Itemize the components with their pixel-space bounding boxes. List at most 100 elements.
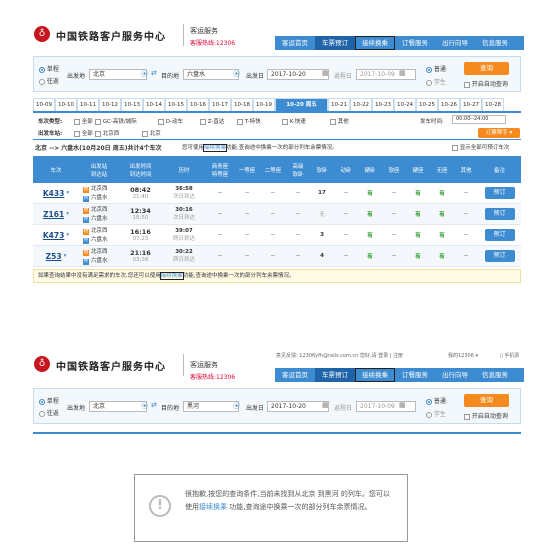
round-trip-option[interactable]: 往返	[39, 408, 59, 417]
train-number[interactable]: Z53 ▾	[33, 246, 79, 267]
type-filter-z[interactable]: Z-直达	[200, 117, 224, 125]
date-tab[interactable]: 10-25	[416, 98, 438, 111]
calendar-icon[interactable]: ▦	[322, 69, 329, 77]
nav-transfer[interactable]: 接续换乘	[355, 36, 395, 50]
query-button[interactable]: 查询	[464, 394, 509, 407]
date-tab[interactable]: 10-28	[482, 98, 504, 111]
transfer-link[interactable]: 接续换乘	[203, 144, 228, 152]
from-input[interactable]: 北京	[89, 401, 147, 412]
date-tab[interactable]: 10-24	[394, 98, 416, 111]
nav-home[interactable]: 客运首页	[275, 36, 315, 50]
date-input[interactable]: 2017-10-20	[267, 69, 329, 80]
date-tab[interactable]: 10-13	[121, 98, 143, 111]
brand-title: 中国铁路客户服务中心	[56, 362, 166, 373]
date-tab[interactable]: 10-17	[209, 98, 231, 111]
date-tab[interactable]: 10-18	[231, 98, 253, 111]
return-date-input[interactable]: 2017-10-09	[356, 69, 416, 80]
no-results-message: ! 很抱歉,按您的查询条件,当前未找到从北京 到黑河 的列车。您可以使用接续换乘…	[134, 474, 408, 542]
type-filter-all[interactable]: 全部	[74, 117, 93, 125]
location-pin-icon: ⦿	[233, 70, 240, 78]
type-filter-k[interactable]: K-快速	[282, 117, 306, 125]
calendar-icon[interactable]: ▦	[399, 69, 406, 77]
my-12306-menu[interactable]: 我的12306 ▾	[448, 352, 478, 359]
user-links[interactable]: 意见反馈: 12306yfh@rails.com.cn 您好,请 登录 | 注册	[276, 352, 403, 359]
date-input[interactable]: 2017-10-20	[267, 401, 329, 412]
auto-query-checkbox[interactable]: 开启自动查询	[464, 79, 508, 88]
one-way-option[interactable]: 单程	[39, 64, 59, 73]
auto-query-checkbox[interactable]: 开启自动查询	[464, 411, 508, 420]
to-input[interactable]: 黑河	[183, 401, 239, 412]
nav-tickets[interactable]: 车票预订	[315, 368, 355, 382]
swap-icon[interactable]: ⇄	[151, 401, 157, 409]
nav-home[interactable]: 客运首页	[275, 368, 315, 382]
date-tab[interactable]: 10-10	[55, 98, 77, 111]
nav-info[interactable]: 信息服务	[475, 368, 515, 382]
to-input[interactable]: 六盘水	[183, 69, 239, 80]
station-filter-all[interactable]: 全部	[74, 129, 93, 137]
col-duration[interactable]: 历时	[162, 156, 206, 183]
booking-helper-button[interactable]: 订票帮手 ▾	[478, 128, 520, 138]
query-button[interactable]: 查询	[464, 62, 509, 75]
date-tab[interactable]: 10-16	[187, 98, 209, 111]
return-date-input[interactable]: 2017-10-09	[356, 401, 416, 412]
mobile-ticket-link[interactable]: ▯ 手机票	[500, 352, 519, 359]
nav-meals[interactable]: 订餐服务	[395, 368, 435, 382]
col-moving-sleeper: 动卧	[334, 156, 358, 183]
col-time[interactable]: 出发时间 到达时间	[119, 156, 162, 183]
type-filter-other[interactable]: 其他	[330, 117, 349, 125]
from-input[interactable]: 北京	[89, 69, 147, 80]
date-tab[interactable]: 10-21	[328, 98, 350, 111]
nav-transfer[interactable]: 接续换乘	[355, 368, 395, 382]
station-filter-beijing[interactable]: 北京	[142, 129, 161, 137]
date-tab[interactable]: 10-27	[460, 98, 482, 111]
type-filter-gc[interactable]: GC-高铁/城际	[95, 117, 137, 125]
nav-meals[interactable]: 订餐服务	[395, 36, 435, 50]
to-station: 终六盘水	[83, 237, 108, 244]
col-remark: 备注	[478, 156, 521, 183]
nav-tickets[interactable]: 车票预订	[315, 36, 355, 50]
no-results-text: 很抱歉,按您的查询条件,当前未找到从北京 到黑河 的列车。您可以使用接续换乘 功…	[185, 490, 390, 511]
date-tab[interactable]: 10-12	[99, 98, 121, 111]
type-filter-d[interactable]: D-动车	[158, 117, 183, 125]
nav-guide[interactable]: 出行向导	[435, 368, 475, 382]
one-way-option[interactable]: 单程	[39, 396, 59, 405]
student-ticket-option[interactable]: 学生	[426, 77, 446, 86]
round-trip-option[interactable]: 往返	[39, 76, 59, 85]
train-number[interactable]: Z161 ▾	[33, 204, 79, 225]
depart-time-select[interactable]: 00:00--24:00	[452, 115, 506, 124]
date-tab[interactable]: 10-22	[350, 98, 372, 111]
from-label: 出发地	[67, 405, 86, 412]
student-ticket-option[interactable]: 学生	[426, 409, 446, 418]
nav-info[interactable]: 信息服务	[475, 36, 515, 50]
calendar-icon[interactable]: ▦	[322, 401, 329, 409]
swap-icon[interactable]: ⇄	[151, 69, 157, 77]
train-number[interactable]: K433 ▾	[33, 183, 79, 204]
transfer-link[interactable]: 接续换乘	[159, 272, 184, 280]
book-button[interactable]: 预订	[484, 208, 515, 220]
date-tab[interactable]: 10-26	[438, 98, 460, 111]
station-filter-beijingxi[interactable]: 北京西	[95, 129, 119, 137]
railway-logo-icon: ♁	[34, 26, 50, 42]
transfer-link[interactable]: 接续换乘	[199, 503, 227, 511]
train-number[interactable]: K473 ▾	[33, 225, 79, 246]
date-tab[interactable]: 10-11	[77, 98, 99, 111]
date-tab[interactable]: 10-15	[165, 98, 187, 111]
date-tab[interactable]: 10-09	[33, 98, 55, 111]
date-tab[interactable]: 10-23	[372, 98, 394, 111]
show-all-checkbox[interactable]: 显示全部可预订车次	[452, 143, 509, 151]
nav-guide[interactable]: 出行向导	[435, 36, 475, 50]
date-tab-selected[interactable]: 10-20 周五	[275, 98, 328, 111]
normal-ticket-option[interactable]: 普通	[426, 64, 446, 73]
book-button[interactable]: 预订	[484, 229, 515, 241]
col-station[interactable]: 出发站 到达站	[79, 156, 119, 183]
calendar-icon[interactable]: ▦	[399, 401, 406, 409]
book-button[interactable]: 预订	[484, 250, 515, 262]
train-type-label: 车次类型:	[38, 119, 63, 125]
col-train[interactable]: 车次	[33, 156, 79, 183]
col-second: 二等座	[260, 156, 286, 183]
date-tab[interactable]: 10-14	[143, 98, 165, 111]
normal-ticket-option[interactable]: 普通	[426, 396, 446, 405]
book-button[interactable]: 预订	[484, 187, 515, 199]
type-filter-t[interactable]: T-特快	[237, 117, 261, 125]
date-tab[interactable]: 10-19	[253, 98, 275, 111]
